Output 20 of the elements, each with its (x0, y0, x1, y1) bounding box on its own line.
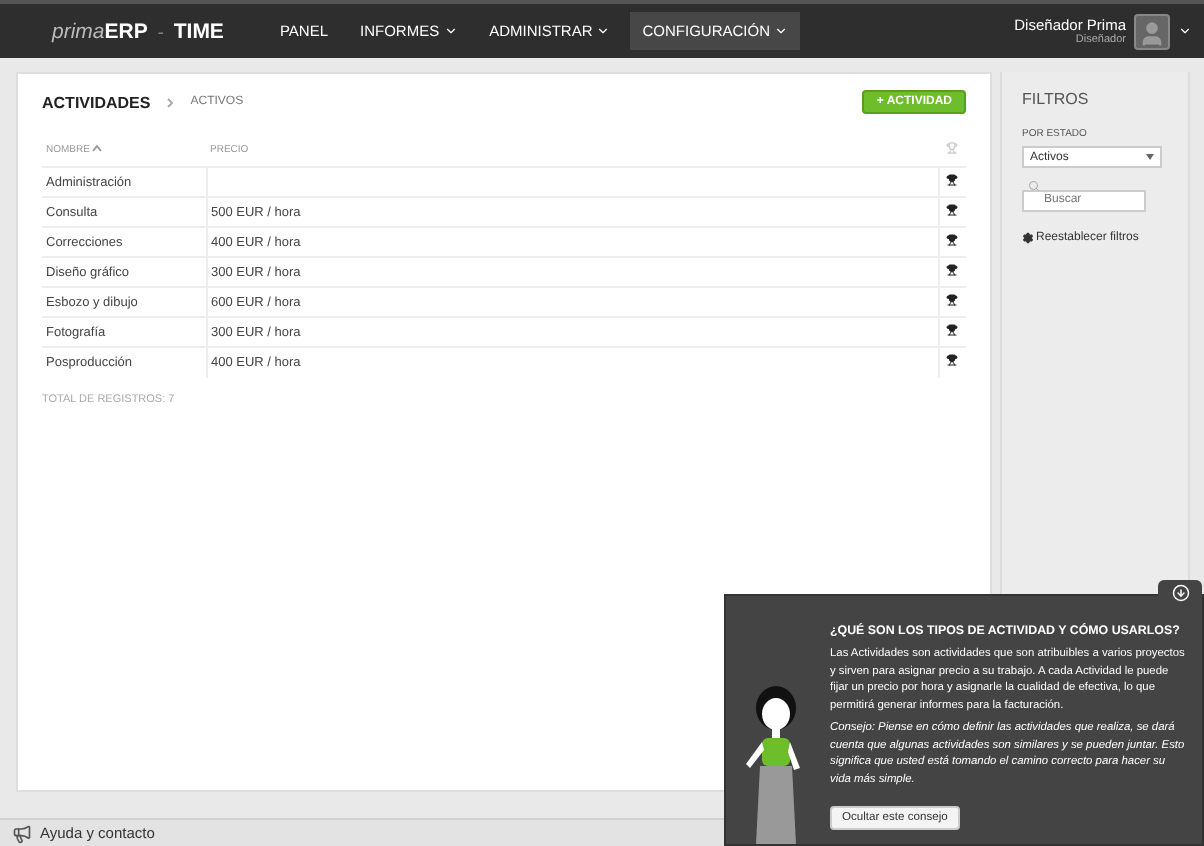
chevron-icon (166, 97, 175, 107)
gear-icon (1022, 232, 1034, 244)
megaphone-icon[interactable] (12, 823, 32, 843)
breadcrumb-item[interactable]: ACTIVIDADES (42, 93, 151, 111)
trophy-icon[interactable] (946, 294, 959, 306)
dropdown-icon (1146, 154, 1154, 160)
avatar-icon[interactable] (1134, 13, 1170, 49)
app-logo: primaERP - TIME (52, 17, 224, 45)
trophy-icon[interactable] (946, 174, 959, 186)
filter-title: FILTROS (1022, 90, 1089, 108)
trophy-icon[interactable] (946, 204, 959, 216)
caret-icon[interactable] (1178, 24, 1192, 38)
trophy-icon (946, 142, 958, 154)
trophy-icon[interactable] (946, 354, 959, 367)
collapse-icon[interactable] (1158, 580, 1202, 604)
trophy-icon[interactable] (946, 324, 959, 336)
trophy-icon[interactable] (946, 264, 959, 276)
trophy-icon[interactable] (946, 234, 959, 246)
sort-icon (92, 144, 103, 152)
search-icon (1028, 180, 1040, 192)
